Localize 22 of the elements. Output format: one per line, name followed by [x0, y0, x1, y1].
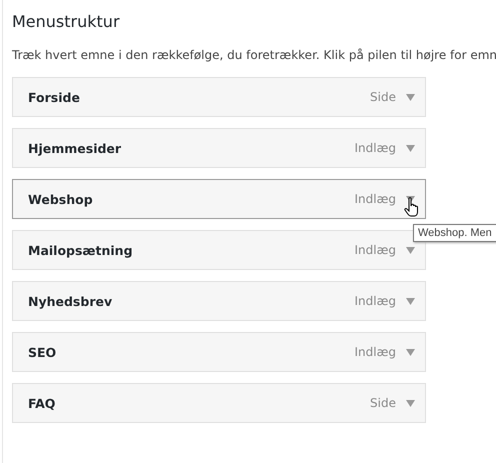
item-label: Nyhedsbrev [28, 294, 114, 308]
item-type: Indlæg [354, 192, 396, 206]
section-title: Menustruktur [12, 11, 121, 33]
item-label: Forside [28, 90, 81, 104]
menu-item[interactable]: Nyhedsbrev Indlæg [12, 281, 426, 321]
item-label: SEO [28, 344, 58, 360]
item-label: Webshop [28, 192, 94, 206]
item-type: Indlæg [354, 243, 396, 257]
menu-item[interactable]: SEO Indlæg [12, 332, 426, 372]
menu-item[interactable]: Hjemmesider Indlæg [12, 128, 426, 168]
menu-item[interactable]: Forside Side [12, 77, 426, 117]
item-type: Indlæg [354, 294, 396, 308]
item-label: Mailopsætning [28, 242, 134, 258]
item-type: Indlæg [354, 141, 396, 155]
item-type: Side [370, 90, 396, 104]
item-type: Side [370, 396, 396, 410]
item-label: FAQ [28, 396, 56, 410]
item-label: Hjemmesider [28, 140, 122, 156]
item-type: Indlæg [354, 345, 396, 359]
menu-item[interactable]: FAQ Side [12, 383, 426, 423]
tooltip: Webshop. Men [413, 224, 496, 242]
instructions-text: Træk hvert emne i den rækkefølge, du foretrækker. Klik på pilen til højre for emn [12, 47, 496, 63]
